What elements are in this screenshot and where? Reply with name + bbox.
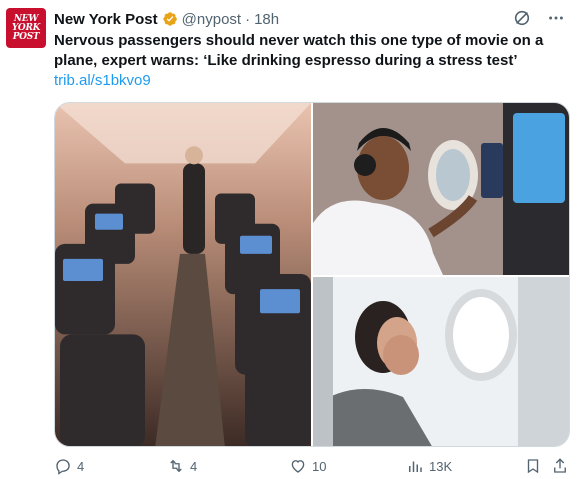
post-text: Nervous passengers should never watch th… [54, 32, 544, 69]
nervous-passenger-photo [313, 277, 569, 446]
more-icon[interactable] [546, 8, 566, 28]
media-image-nervous[interactable] [313, 277, 569, 446]
share-icon [554, 458, 566, 473]
account-handle[interactable]: @nypost [182, 11, 241, 28]
media-image-cabin[interactable] [55, 103, 311, 446]
heart-icon [291, 460, 305, 473]
repost-button[interactable]: 4 [167, 456, 197, 476]
headphones-photo [313, 103, 569, 275]
reply-button[interactable]: 4 [54, 456, 84, 476]
share-button[interactable] [551, 456, 569, 476]
post-header: New York Post @nypost · 18h [54, 9, 578, 29]
like-count: 10 [312, 458, 327, 474]
bookmark-button[interactable] [524, 456, 542, 476]
top-actions [512, 8, 566, 28]
views-count: 13K [429, 458, 453, 474]
grok-icon[interactable] [512, 8, 532, 28]
bookmark-icon [527, 459, 539, 474]
separator-dot: · [245, 10, 251, 28]
like-button[interactable]: 10 [289, 456, 326, 476]
reply-count: 4 [77, 458, 85, 474]
media-image-headphones[interactable] [313, 103, 569, 275]
repost-icon [170, 459, 182, 473]
avatar[interactable]: NEW YORK POST [6, 8, 46, 48]
views-icon [409, 461, 422, 472]
verified-badge-icon [162, 11, 178, 27]
action-bar: 4 4 10 13K [54, 456, 570, 476]
post-link[interactable]: trib.al/s1bkvo9 [54, 71, 151, 91]
media-grid [54, 102, 570, 447]
reply-icon [56, 459, 70, 475]
views-button[interactable]: 13K [406, 456, 452, 476]
cabin-photo [55, 103, 311, 446]
post-time[interactable]: 18h [254, 11, 279, 28]
account-name[interactable]: New York Post [54, 11, 158, 28]
repost-count: 4 [190, 458, 198, 474]
logo-line-3: POST [12, 31, 40, 42]
